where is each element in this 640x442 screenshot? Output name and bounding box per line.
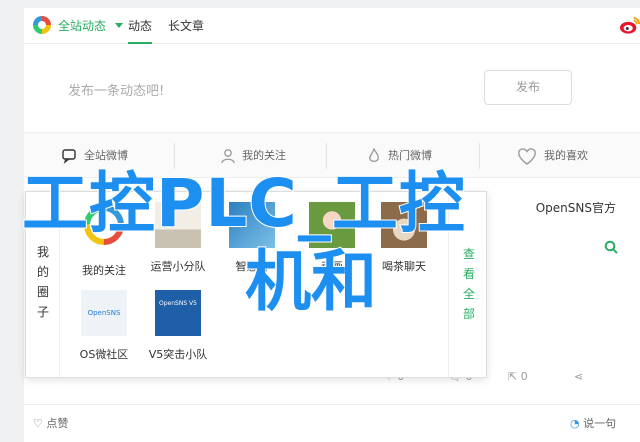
heart-icon: [518, 148, 536, 165]
my-circles-label: 我的圈子: [36, 245, 49, 319]
circle-item[interactable]: OpenSNS V5 V5突击小队: [142, 290, 214, 362]
comment-icon: ◔: [570, 417, 580, 430]
circle-label: OS微社区: [79, 348, 129, 361]
chevron-down-icon[interactable]: [115, 23, 123, 28]
tab-dynamic[interactable]: 动态: [128, 17, 153, 44]
circle-item[interactable]: OpenSNS OS微社区: [68, 290, 140, 362]
scope-dropdown[interactable]: 全站动态: [58, 17, 106, 34]
comment-button[interactable]: ◔ 说一句: [570, 415, 616, 431]
like-comment-row: ♡ 点赞 ◔ 说一句: [24, 404, 640, 442]
share-network-icon[interactable]: ⋖: [574, 370, 583, 383]
circle-label: 喝茶聊天: [382, 260, 426, 273]
circle-thumb: OpenSNS V5: [155, 290, 201, 336]
like-button[interactable]: ♡ 点赞: [33, 415, 68, 431]
circle-label: V5突击小队: [148, 348, 208, 361]
circle-label: 我的关注: [82, 264, 126, 277]
circle-thumb: OpenSNS: [81, 290, 127, 336]
site-logo-icon: [33, 16, 51, 34]
post-composer: 发布一条动态吧! 发布: [24, 44, 640, 132]
filter-likes[interactable]: 我的喜欢: [516, 147, 588, 165]
weibo-icon[interactable]: [619, 15, 640, 35]
watermark-text: 机和: [244, 242, 378, 321]
view-all-link[interactable]: 查看全部: [462, 244, 476, 324]
post-input[interactable]: 发布一条动态吧!: [68, 80, 164, 99]
top-bar: 全站动态 动态 长文章: [24, 8, 640, 44]
circle-label: 运营小分队: [150, 260, 206, 273]
tab-articles[interactable]: 长文章: [168, 17, 204, 34]
search-icon[interactable]: [604, 240, 618, 254]
publish-button[interactable]: 发布: [484, 70, 572, 105]
feed-owner-name[interactable]: OpenSNS官方: [536, 199, 616, 216]
watermark-text: 工控PLC_工控: [21, 164, 466, 243]
share-count[interactable]: ⇱ 0: [508, 370, 528, 383]
